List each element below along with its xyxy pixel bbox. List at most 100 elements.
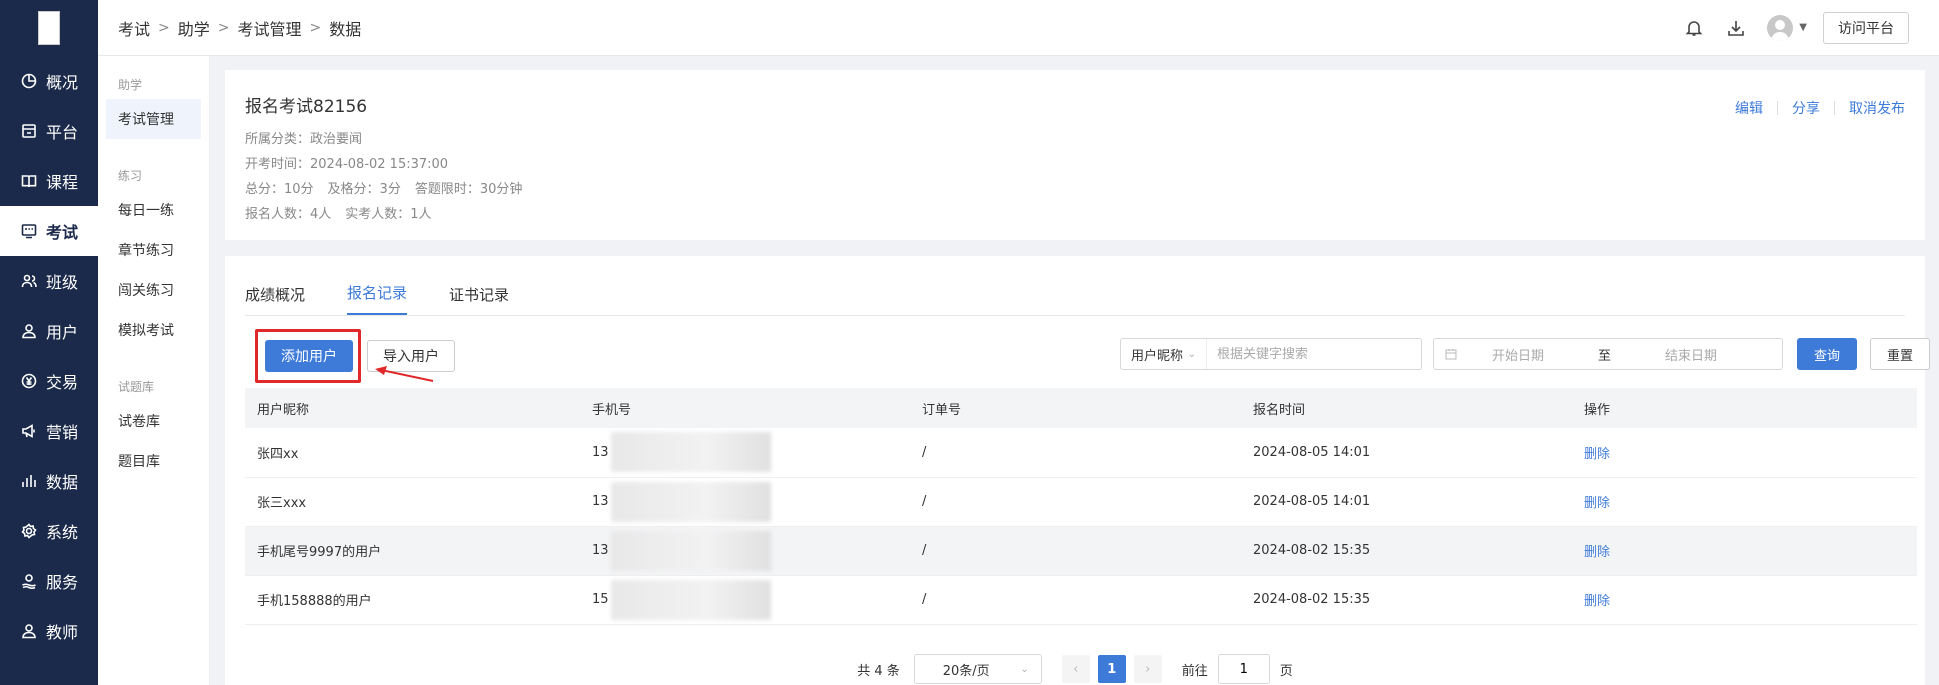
- cell-nickname: 张四xx: [257, 446, 299, 462]
- search-field-label: 用户昵称: [1131, 348, 1184, 364]
- breadcrumb-item[interactable]: 助学: [178, 16, 210, 40]
- date-range-picker[interactable]: 开始日期 至 结束日期: [1433, 338, 1783, 370]
- sidebar-item-label: 系统: [46, 523, 79, 542]
- subnav-item-daily-practice[interactable]: 每日一练: [98, 190, 209, 230]
- pagination: 共 4 条 20条/页 ⌄ ‹ 1 › 前往 页: [225, 654, 1925, 684]
- tab-certificate-records[interactable]: 证书记录: [449, 284, 509, 315]
- sidebar-item-label: 考试: [46, 223, 79, 242]
- yen-icon: [20, 372, 38, 390]
- divider: [1834, 101, 1835, 115]
- unpublish-link[interactable]: 取消发布: [1849, 98, 1905, 118]
- sidebar-item-overview[interactable]: 概况: [0, 56, 98, 106]
- cell-phone: 15: [580, 575, 910, 624]
- column-header: 报名时间: [1253, 402, 1306, 418]
- toolbar: 添加用户 导入用户 用户昵称 ⌄ 开始日期 至 结束日期 查询 重置: [245, 316, 1930, 388]
- download-icon[interactable]: [1725, 17, 1747, 39]
- edit-link[interactable]: 编辑: [1735, 98, 1763, 118]
- cell-nickname: 手机尾号9997的用户: [257, 545, 382, 560]
- chevron-down-icon: ⌄: [1020, 663, 1029, 675]
- breadcrumb-item[interactable]: 考试: [118, 16, 150, 40]
- subnav-item-mock-exam[interactable]: 模拟考试: [98, 310, 209, 350]
- divider: [1777, 101, 1778, 115]
- page-size-select[interactable]: 20条/页 ⌄: [913, 654, 1042, 684]
- sidebar-item-label: 交易: [46, 373, 79, 392]
- search-input[interactable]: [1207, 346, 1421, 362]
- gear-icon: [20, 522, 38, 540]
- cell-nickname: 手机158888的用户: [257, 594, 372, 609]
- subnav-group-title: 助学: [118, 78, 143, 92]
- prev-page-button[interactable]: ‹: [1061, 655, 1090, 683]
- tab-registration-records[interactable]: 报名记录: [347, 282, 408, 315]
- sidebar-item-teacher[interactable]: 教师: [0, 606, 98, 656]
- phone-prefix: 15: [592, 592, 609, 607]
- reset-button[interactable]: 重置: [1870, 338, 1930, 370]
- share-link[interactable]: 分享: [1792, 98, 1820, 118]
- subnav-group-title: 练习: [118, 169, 143, 183]
- chevron-down-icon[interactable]: ▼: [1799, 22, 1807, 33]
- table-row: 手机158888的用户 15 / 2024-08-02 15:35 删除: [245, 575, 1917, 624]
- redacted-phone: [610, 481, 771, 522]
- delete-link[interactable]: 删除: [1584, 594, 1610, 609]
- tab-score-overview[interactable]: 成绩概况: [245, 284, 305, 315]
- delete-link[interactable]: 删除: [1584, 496, 1610, 511]
- delete-link[interactable]: 删除: [1584, 545, 1610, 560]
- exam-actions: 编辑 分享 取消发布: [1735, 98, 1905, 118]
- breadcrumb-item[interactable]: 考试管理: [238, 16, 302, 40]
- table-row: 张三xxx 13 / 2024-08-05 14:01 删除: [245, 477, 1917, 526]
- redacted-phone: [610, 579, 771, 620]
- sidebar-item-system[interactable]: 系统: [0, 506, 98, 556]
- sidebar: 概况 平台 课程 考试 班级 用户 交易 营销 数据 系统 服务 教师: [0, 0, 98, 685]
- search-field-select[interactable]: 用户昵称 ⌄: [1121, 339, 1207, 369]
- sidebar-item-label: 班级: [46, 273, 79, 292]
- sidebar-item-user[interactable]: 用户: [0, 306, 98, 356]
- start-date-placeholder[interactable]: 开始日期: [1492, 345, 1544, 364]
- exam-title: 报名考试82156: [245, 97, 368, 117]
- page-number-current[interactable]: 1: [1097, 655, 1126, 683]
- sidebar-item-label: 概况: [46, 73, 79, 92]
- time-limit: 答题限时：30分钟: [414, 182, 523, 197]
- goto-page-input[interactable]: [1217, 654, 1270, 684]
- logo[interactable]: [38, 11, 60, 45]
- table-row: 手机尾号9997的用户 13 / 2024-08-02 15:35 删除: [245, 526, 1917, 575]
- add-user-button[interactable]: 添加用户: [265, 340, 353, 372]
- subnav-item-question-bank[interactable]: 题目库: [98, 441, 209, 481]
- bell-icon[interactable]: [1683, 17, 1705, 39]
- sidebar-item-label: 教师: [46, 623, 79, 642]
- cell-time: 2024-08-02 15:35: [1253, 543, 1371, 558]
- avatar[interactable]: [1767, 14, 1794, 41]
- sidebar-item-marketing[interactable]: 营销: [0, 406, 98, 456]
- sidebar-item-label: 用户: [46, 323, 79, 342]
- table-row: 张四xx 13 / 2024-08-05 14:01 删除: [245, 428, 1917, 477]
- sidebar-item-exam[interactable]: 考试: [0, 206, 98, 256]
- subnav-item-level-practice[interactable]: 闯关练习: [98, 270, 209, 310]
- sidebar-item-class[interactable]: 班级: [0, 256, 98, 306]
- date-separator: 至: [1598, 348, 1612, 364]
- sidebar-item-label: 数据: [46, 473, 79, 492]
- cell-phone: 13: [580, 526, 910, 575]
- header-actions: ▼ 访问平台: [1663, 11, 1909, 44]
- chevron-down-icon: ⌄: [1187, 348, 1196, 360]
- subnav-item-paper-bank[interactable]: 试卷库: [98, 401, 209, 441]
- sidebar-item-data[interactable]: 数据: [0, 456, 98, 506]
- end-date-placeholder[interactable]: 结束日期: [1665, 345, 1717, 364]
- exam-icon: [20, 222, 38, 240]
- search-group: 用户昵称 ⌄: [1120, 338, 1422, 370]
- top-header: 考试 > 助学 > 考试管理 > 数据 ▼ 访问平台: [98, 0, 1939, 56]
- delete-link[interactable]: 删除: [1584, 447, 1610, 462]
- sidebar-item-course[interactable]: 课程: [0, 156, 98, 206]
- sidebar-item-label: 服务: [46, 573, 79, 592]
- subnav-item-exam-manage[interactable]: 考试管理: [106, 99, 201, 139]
- sidebar-item-service[interactable]: 服务: [0, 556, 98, 606]
- page-goto: 前往 页: [1182, 654, 1293, 684]
- subnav-group-title: 试题库: [118, 380, 155, 394]
- sidebar-item-trade[interactable]: 交易: [0, 356, 98, 406]
- sidebar-item-platform[interactable]: 平台: [0, 106, 98, 156]
- chevron-right-icon: >: [217, 19, 230, 36]
- visit-platform-button[interactable]: 访问平台: [1823, 11, 1909, 44]
- users-icon: [20, 272, 38, 290]
- query-button[interactable]: 查询: [1797, 338, 1857, 370]
- column-header: 手机号: [592, 402, 632, 418]
- next-page-button[interactable]: ›: [1133, 655, 1162, 683]
- subnav-item-chapter-practice[interactable]: 章节练习: [98, 230, 209, 270]
- cell-action: 删除: [1572, 477, 1917, 526]
